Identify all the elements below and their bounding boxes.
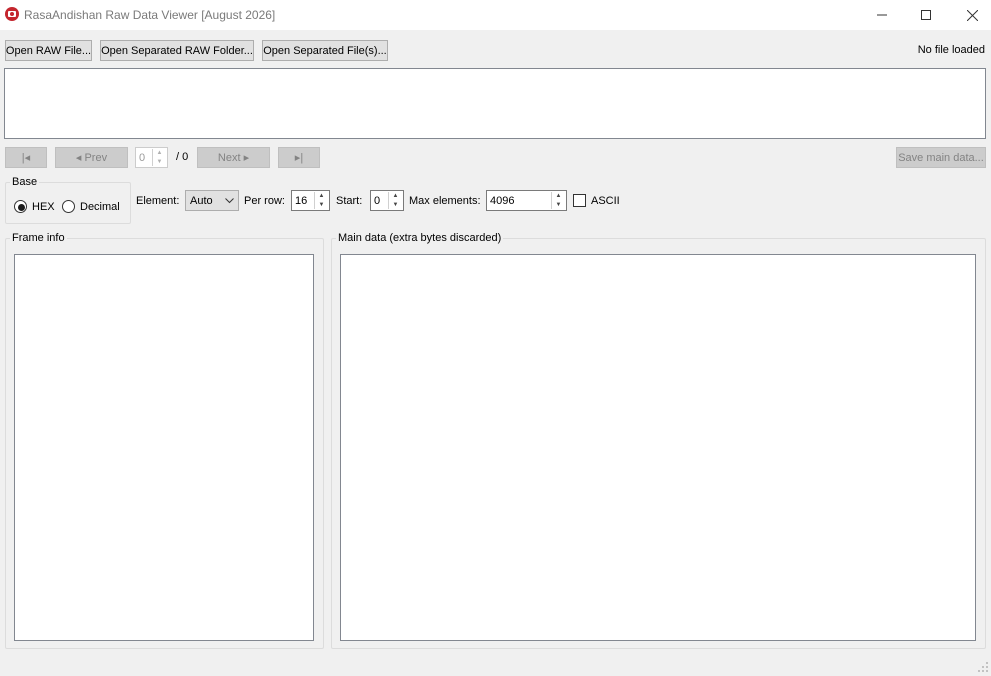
frame-info-title: Frame info (10, 232, 67, 244)
frame-index-value: 0 (139, 151, 146, 164)
element-select-value: Auto (190, 194, 213, 207)
open-separated-files-button[interactable]: Open Separated File(s)... (262, 40, 388, 61)
open-separated-folder-button[interactable]: Open Separated RAW Folder... (100, 40, 254, 61)
max-elements-label: Max elements: (409, 195, 481, 207)
prev-frame-button[interactable]: ◂ Prev (55, 147, 128, 168)
main-data-text[interactable] (340, 254, 976, 641)
spin-up-icon[interactable]: ▲ (388, 192, 402, 201)
spin-down-icon[interactable]: ▼ (314, 200, 328, 209)
start-spinbox[interactable]: 0 ▲ ▼ (370, 190, 404, 211)
per-row-value: 16 (295, 194, 308, 207)
hex-radio[interactable] (14, 200, 27, 213)
minimize-button[interactable] (859, 0, 905, 30)
close-icon (966, 9, 978, 21)
save-main-data-button[interactable]: Save main data... (896, 147, 986, 168)
open-raw-file-button[interactable]: Open RAW File... (5, 40, 92, 61)
spin-up-icon[interactable]: ▲ (314, 192, 328, 201)
ascii-checkbox[interactable] (573, 194, 586, 207)
per-row-label: Per row: (244, 195, 285, 207)
ascii-checkbox-label[interactable]: ASCII (591, 195, 620, 207)
camera-icon (5, 7, 19, 21)
decimal-radio[interactable] (62, 200, 75, 213)
frame-info-text[interactable] (14, 254, 314, 641)
hex-radio-label[interactable]: HEX (32, 201, 55, 213)
frame-index-spinbox[interactable]: 0 ▲ ▼ (135, 147, 168, 168)
spin-down-icon[interactable]: ▼ (388, 200, 402, 209)
per-row-spinbox[interactable]: 16 ▲ ▼ (291, 190, 330, 211)
decimal-radio-label[interactable]: Decimal (80, 201, 120, 213)
maximize-button[interactable] (903, 0, 949, 30)
element-select[interactable]: Auto (185, 190, 239, 211)
last-frame-button[interactable]: ▸| (278, 147, 320, 168)
file-status: No file loaded (917, 44, 985, 56)
spin-up-icon[interactable]: ▲ (551, 192, 565, 201)
window-title: RasaAndishan Raw Data Viewer [August 202… (24, 8, 276, 22)
file-list[interactable] (4, 68, 986, 139)
first-frame-button[interactable]: |◂ (5, 147, 47, 168)
element-label: Element: (136, 195, 180, 207)
spin-up-icon[interactable]: ▲ (152, 149, 166, 158)
spin-down-icon[interactable]: ▼ (551, 200, 565, 209)
max-elements-spinbox[interactable]: 4096 ▲ ▼ (486, 190, 567, 211)
start-value: 0 (374, 194, 381, 207)
start-label: Start: (336, 195, 363, 207)
size-grip-icon[interactable] (978, 662, 989, 673)
main-data-title: Main data (extra bytes discarded) (336, 232, 504, 244)
close-button[interactable] (949, 0, 991, 30)
chevron-down-icon (225, 198, 234, 204)
base-group-title: Base (10, 176, 40, 188)
max-elements-value: 4096 (490, 194, 515, 207)
next-frame-button[interactable]: Next ▸ (197, 147, 270, 168)
minimize-icon (877, 14, 887, 16)
frame-total: / 0 (176, 151, 189, 163)
spin-down-icon[interactable]: ▼ (152, 157, 166, 166)
maximize-icon (921, 10, 931, 20)
